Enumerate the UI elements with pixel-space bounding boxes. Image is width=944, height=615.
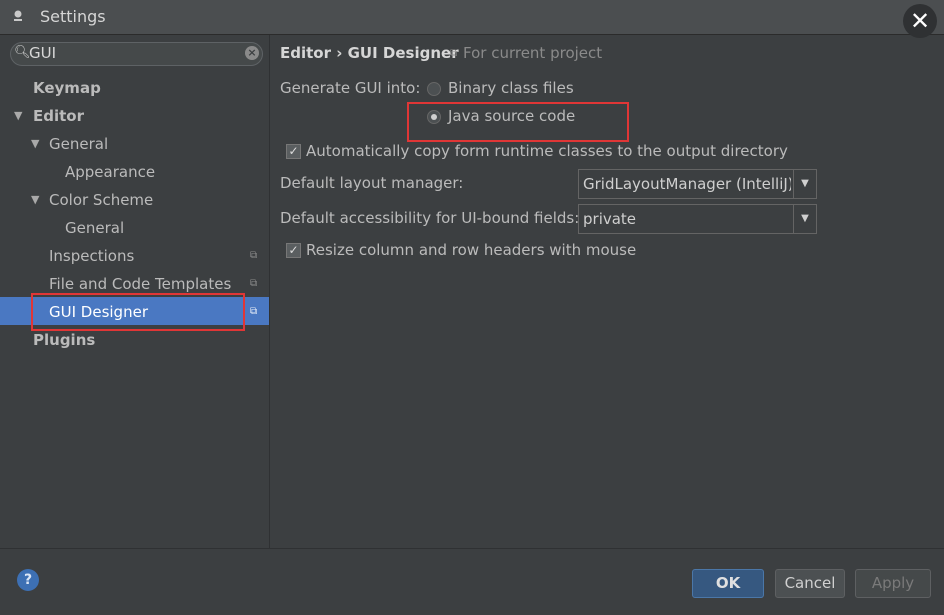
apply-button[interactable]: Apply [855,569,931,598]
expand-arrow-icon[interactable]: ▼ [31,137,39,150]
cancel-button[interactable]: Cancel [775,569,845,598]
chevron-down-icon[interactable]: ▼ [793,205,816,233]
accessibility-value: private [583,210,637,228]
tree-item-appearance[interactable]: Appearance [65,158,155,186]
resize-headers-label[interactable]: Resize column and row headers with mouse [306,241,636,259]
copy-runtime-label[interactable]: Automatically copy form runtime classes … [306,142,788,160]
title-bar [0,0,944,35]
checkbox-copy-runtime[interactable]: ✓ [286,144,301,159]
project-scope-icon: ⧉ [250,278,258,289]
project-scope-icon: ⧉ [250,306,258,317]
accessibility-select[interactable]: private ▼ [578,204,817,234]
tree-item-keymap[interactable]: Keymap [33,74,101,102]
layout-manager-label: Default layout manager: [280,174,464,192]
radio-binary-class-files[interactable] [427,82,441,96]
tree-item-editor[interactable]: Editor [33,102,84,130]
search-input[interactable] [29,44,239,62]
clear-icon[interactable]: × [245,46,259,60]
tree-item-color-scheme-general[interactable]: General [65,214,124,242]
annotation-highlight-box [407,102,629,142]
ok-button[interactable]: OK [692,569,764,598]
breadcrumb: Editor › GUI Designer [280,44,459,62]
tree-item-plugins[interactable]: Plugins [33,326,95,354]
accessibility-label: Default accessibility for UI-bound field… [280,209,580,227]
radio-binary-label[interactable]: Binary class files [448,79,574,97]
checkbox-resize-headers[interactable]: ✓ [286,243,301,258]
project-scope-icon: ⧉ [450,48,458,59]
help-icon[interactable]: ? [17,569,39,591]
chevron-down-icon[interactable]: ▼ [793,170,816,198]
app-icon [14,10,22,21]
close-icon[interactable]: ✕ [903,4,937,38]
layout-manager-select[interactable]: GridLayoutManager (IntelliJ) ▼ [578,169,817,199]
layout-manager-value: GridLayoutManager (IntelliJ) [583,175,791,193]
window-title: Settings [40,7,106,26]
expand-arrow-icon[interactable]: ▼ [14,109,22,122]
project-scope-icon: ⧉ [250,250,258,261]
tree-item-inspections[interactable]: Inspections [49,242,134,270]
tree-item-color-scheme[interactable]: Color Scheme [49,186,153,214]
expand-arrow-icon[interactable]: ▼ [31,193,39,206]
scope-label: For current project [463,44,603,62]
tree-item-general[interactable]: General [49,130,108,158]
generate-gui-label: Generate GUI into: [280,79,421,97]
